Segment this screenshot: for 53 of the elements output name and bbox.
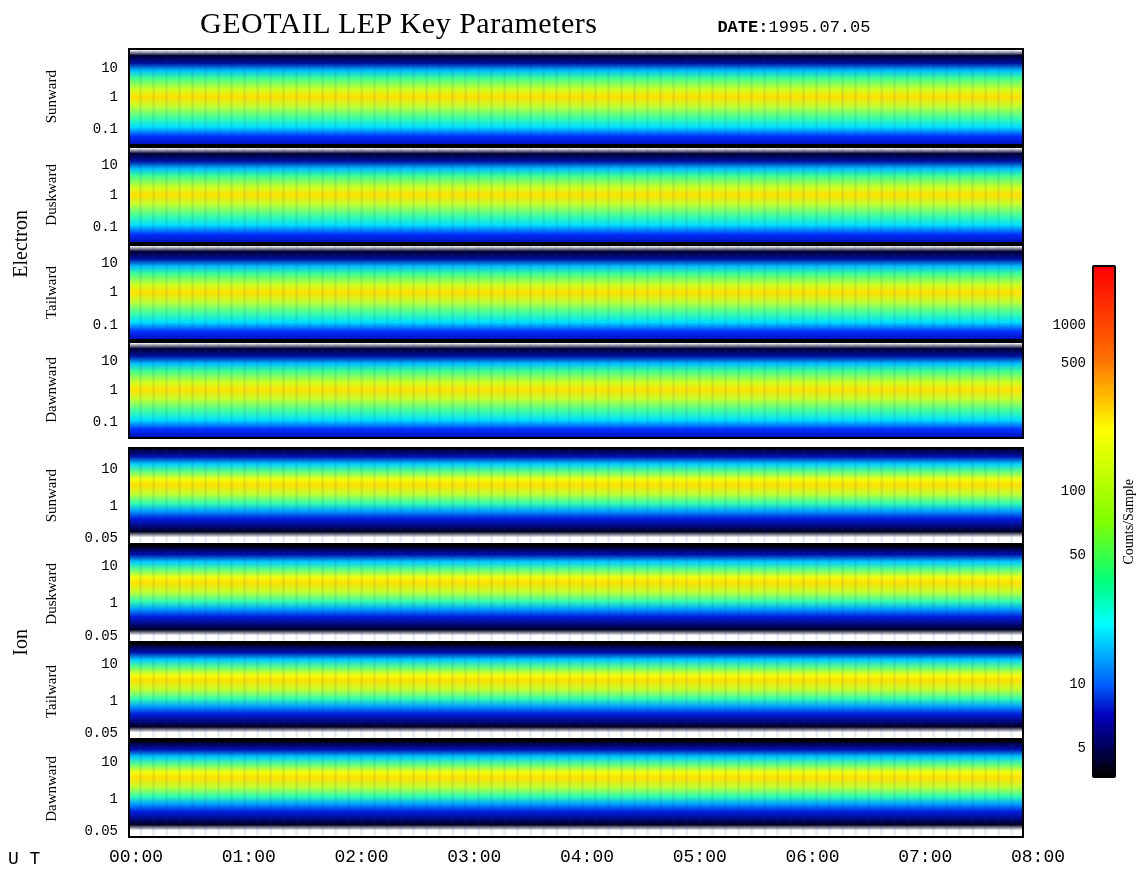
y-tick-label: 10 [101,558,118,575]
y-tick-label: 0.05 [84,529,118,546]
panel-label: Dawnward [42,756,60,823]
y-tick-label: 1 [109,186,118,203]
y-tick-label: 0.05 [84,627,118,644]
panel-label: Tailward [42,664,60,718]
plot-title: GEOTAIL LEP Key Parameters [200,6,598,40]
colorbar-label: Counts/Sample [1121,478,1137,565]
x-tick-label: 08:00 [1011,847,1065,867]
y-tick-label: 1 [109,595,118,612]
y-tick-label: 10 [101,352,118,369]
y-tick-label: 10 [101,753,118,770]
y-tick-label: 10 [101,59,118,76]
y-tick-label: 10 [101,460,118,477]
colorbar-tick-label: 5 [1077,740,1086,757]
colorbar-tick-label: 500 [1060,354,1086,371]
y-tick-label: 0.1 [92,121,118,138]
x-tick-label: 07:00 [898,847,953,867]
group-label: Electron [8,209,32,278]
panel-label: Duskward [42,562,60,625]
group-label: Ion [8,629,32,656]
colorbar-tick-label: 1000 [1052,317,1086,333]
colorbar-tick-label: 50 [1069,546,1086,563]
x-tick-label: 03:00 [447,847,502,867]
x-axis-label: U T [7,849,42,869]
y-tick-label: 1 [109,790,118,807]
panel-label: Dawnward [42,357,60,424]
y-tick-label: 10 [101,656,118,672]
x-tick-label: 00:00 [109,847,163,867]
panel-label: Duskward [42,163,60,226]
y-tick-label: 1 [109,284,118,301]
y-tick-label: 0.05 [84,823,118,840]
y-tick-label: 0.05 [84,725,118,742]
x-tick-label: 06:00 [785,847,840,867]
y-tick-label: 1 [109,693,118,710]
y-tick-label: 0.1 [92,218,118,235]
y-tick-label: 1 [109,382,118,399]
colorbar-tick-label: 10 [1069,676,1086,693]
x-tick-label: 05:00 [672,847,727,867]
y-tick-label: 1 [109,497,118,514]
panel-label: Sunward [42,469,60,523]
panel-label: Tailward [42,265,60,319]
y-tick-label: 10 [101,255,118,272]
x-tick-label: 02:00 [334,847,389,867]
colorbar-tick-label: 100 [1060,482,1086,499]
y-tick-label: 10 [101,157,118,174]
y-tick-label: 0.1 [92,316,118,333]
y-tick-label: 1 [109,88,118,105]
y-tick-label: 0.1 [92,414,118,431]
x-tick-label: 01:00 [221,847,276,867]
x-tick-label: 04:00 [560,847,614,867]
panel-label: Sunward [42,70,60,124]
date-label: DATE:1995.07.05 [717,16,871,37]
